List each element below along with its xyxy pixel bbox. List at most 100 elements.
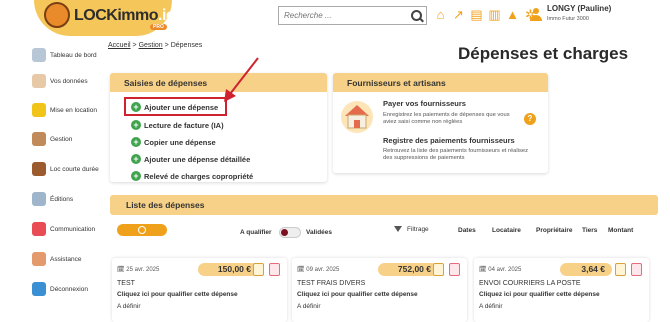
breadcrumb-home[interactable]: Accueil [108,42,131,49]
document-icon[interactable]: ▤ [470,8,483,22]
user-icon[interactable] [530,8,542,21]
sidebar-item-label: Gestion [50,135,73,143]
qualify-expense-link[interactable]: Cliquez ici pour qualifier cette dépense [297,291,418,298]
external-link-icon[interactable]: ↗ [452,8,465,22]
breadcrumb-separator: > [164,42,169,49]
logout-icon [32,282,46,296]
sidebar-item-mise-en-location[interactable]: Mise en location [32,103,97,117]
sidebar-item-assistance[interactable]: Assistance [32,252,81,266]
column-montant[interactable]: Montant [608,227,633,234]
column-dates[interactable]: Dates [458,227,476,234]
logo-pro-badge: PRO [150,24,167,30]
plus-icon: + [131,120,141,130]
sidebar-item-gestion[interactable]: Gestion [32,132,72,146]
qualify-expense-link[interactable]: Cliquez ici pour qualifier cette dépense [117,291,238,298]
expense-status: A définir [117,303,141,310]
search-box [278,6,427,25]
breadcrumb: Accueil > Gestion > Dépenses [108,42,202,49]
filter-icon[interactable] [394,226,402,232]
action-label: Ajouter une dépense détaillée [144,154,251,164]
condo-charges-button[interactable]: + Relevé de charges copropriété [131,171,253,181]
action-label: Lecture de facture (IA) [144,120,224,130]
qualification-toggle[interactable] [279,227,301,238]
expense-amount: 752,00 € [378,263,438,276]
person-icon [32,74,46,88]
receipt-icon[interactable] [253,263,264,276]
search-icon[interactable] [411,10,422,21]
user-name[interactable]: LONGY (Pauline) [547,4,611,13]
sidebar-item-label: Mise en location [50,106,97,114]
sidebar-item-label: Communication [50,225,96,233]
sidebar-item-loc-courte-duree[interactable]: Loc courte durée [32,162,99,176]
sidebar-item-label: Déconnexion [50,285,88,293]
key-icon [32,103,46,117]
column-locataire[interactable]: Locataire [492,227,521,234]
sidebar-item-editions[interactable]: Éditions [32,192,73,206]
logo[interactable]: LOCKimmo.io [74,7,176,25]
receipt-icon[interactable] [433,263,444,276]
fournisseurs-card-title: Fournisseurs et artisans [333,73,548,92]
sidebar-item-label: Assistance [50,255,82,263]
list-search-button[interactable] [117,224,167,236]
trash-icon[interactable] [269,263,280,276]
house-icon [341,101,373,133]
plus-icon: + [131,137,141,147]
sidebar-item-label: Loc courte durée [50,165,99,173]
expense-title: TEST FRAIS DIVERS [297,280,366,287]
edit-icon [32,192,46,206]
qualify-expense-link[interactable]: Cliquez ici pour qualifier cette dépense [479,291,600,298]
expense-date: 🗓 04 avr. 2025 [479,267,522,273]
expense-amount: 3,64 € [560,263,612,276]
invoice-reading-button[interactable]: + Lecture de facture (IA) [131,120,224,130]
sidebar-item-label: Vos données [50,77,88,85]
validees-label: Validées [306,229,333,236]
breadcrumb-separator: > [132,42,137,49]
add-detailed-expense-button[interactable]: + Ajouter une dépense détaillée [131,154,250,164]
breadcrumb-gestion[interactable]: Gestion [139,42,163,49]
logo-main: LOCKimmo [74,7,159,24]
tiger-mascot-icon [44,2,70,28]
expense-status: A définir [479,303,503,310]
sidebar-item-communication[interactable]: Communication [32,222,95,236]
expense-status: A définir [297,303,321,310]
receipt-icon[interactable] [615,263,626,276]
chat-icon [32,222,46,236]
column-proprietaire[interactable]: Propriétaire [536,227,573,234]
expense-date-text: 04 avr. 2025 [488,267,522,273]
action-label: Copier une dépense [144,137,216,147]
search-input[interactable] [279,11,403,20]
expense-card[interactable]: 🗓 25 avr. 2025 150,00 € TEST Cliquez ici… [112,258,287,322]
calculator-icon [32,132,46,146]
copy-expense-button[interactable]: + Copier une dépense [131,137,216,147]
pay-suppliers-desc: Enregistrez les paiements de dépenses qu… [383,112,510,125]
dashboard-icon [32,48,46,62]
expense-card[interactable]: 🗓 04 avr. 2025 3,64 € ENVOI COURRIERS LA… [474,258,649,322]
trash-icon[interactable] [631,263,642,276]
a-qualifier-label: A qualifier [240,229,272,236]
column-tiers[interactable]: Tiers [582,227,597,234]
expense-card[interactable]: 🗓 09 avr. 2025 752,00 € TEST FRAIS DIVER… [292,258,467,322]
suitcase-icon [32,162,46,176]
supplier-payments-register-link[interactable]: Registre des paiements fournisseurs [383,136,515,145]
sidebar-item-vos-donnees[interactable]: Vos données [32,74,88,88]
expense-date: 🗓 09 avr. 2025 [297,267,340,273]
support-icon [32,252,46,266]
page-title: Dépenses et charges [458,44,629,63]
expense-date-text: 25 avr. 2025 [126,267,160,273]
expense-date-text: 09 avr. 2025 [306,267,340,273]
alert-icon[interactable]: ▲ [506,8,519,22]
help-icon[interactable]: ? [524,113,536,125]
bank-icon[interactable]: ▥ [488,8,501,22]
sidebar-item-label: Tableau de bord [50,51,97,59]
trash-icon[interactable] [449,263,460,276]
expense-list-title: Liste des dépenses [110,195,658,215]
sidebar-item-dashboard[interactable]: Tableau de bord [32,48,97,62]
sidebar-item-deconnexion[interactable]: Déconnexion [32,282,88,296]
sidebar-item-label: Éditions [50,195,74,203]
breadcrumb-current: Dépenses [170,42,203,49]
plus-icon: + [131,171,141,181]
filter-button[interactable]: Filtrage [407,226,429,233]
pay-suppliers-link[interactable]: Payer vos fournisseurs [383,99,466,108]
plus-icon: + [131,154,141,164]
home-icon[interactable]: ⌂ [434,8,447,22]
